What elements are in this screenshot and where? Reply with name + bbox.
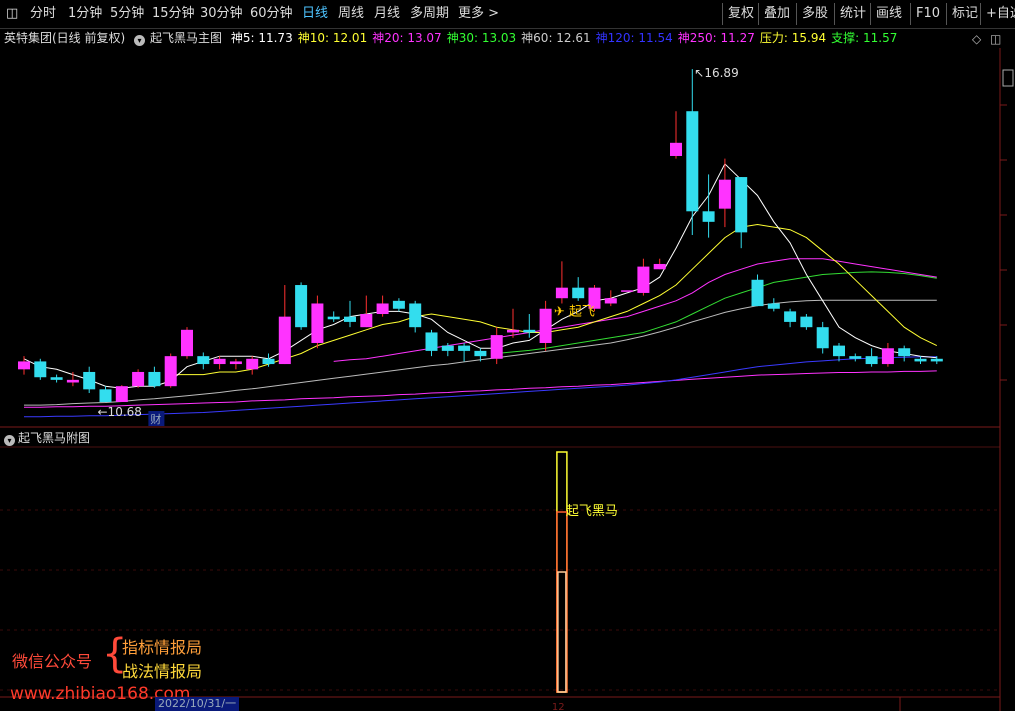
takeoff-signal-label: ✈ 起飞 — [554, 304, 595, 319]
low-price-label: ←10.68 — [98, 405, 142, 419]
candle-body — [344, 316, 356, 322]
candle-body — [83, 371, 96, 390]
candle-body — [930, 358, 943, 362]
candle-body — [278, 316, 291, 365]
high-price-label: ↖16.89 — [694, 66, 738, 80]
candle-body — [507, 329, 519, 333]
candle-body — [555, 287, 568, 299]
candle-body — [66, 379, 79, 383]
candle-body — [849, 356, 862, 359]
candle-body — [295, 285, 308, 328]
ma-value-label: 压力: 15.94 — [759, 31, 827, 45]
candle-body — [604, 298, 617, 304]
window-toggle-icon: ◫ — [990, 32, 1001, 46]
candle-body — [572, 287, 585, 299]
candle-body — [229, 361, 242, 365]
ma-values: 神5: 11.73 神10: 12.01 神20: 13.07 神30: 13.03 神… — [231, 31, 902, 45]
candle-body — [653, 263, 666, 270]
ma-value-label: 神30: 13.03 — [446, 31, 517, 45]
ma-value-label: 神5: 11.73 — [230, 31, 293, 45]
candle-body — [197, 356, 210, 365]
candle-body — [50, 377, 63, 380]
candle-body — [621, 290, 634, 292]
candle-body — [914, 358, 927, 362]
candle-body — [441, 345, 454, 351]
candle-body — [637, 266, 650, 293]
candle-body — [148, 371, 161, 387]
candle-body — [881, 348, 894, 365]
sub-panel-title[interactable]: ▾ 起飞黑马附图 — [4, 430, 90, 446]
candle-body — [718, 179, 731, 209]
candle-body — [784, 311, 797, 322]
sub-panel-title-text: 起飞黑马附图 — [18, 431, 91, 445]
candle-body — [816, 327, 829, 349]
candle-body — [474, 350, 487, 357]
watermark-wechat: 微信公众号 — [12, 652, 93, 671]
candle-body — [767, 303, 780, 309]
ma-line-ma120 — [24, 356, 937, 418]
ma-value-label: 神20: 13.07 — [372, 31, 442, 45]
ma-value-label: 神60: 12.61 — [521, 31, 591, 45]
candle-body — [132, 371, 145, 387]
candle-body — [34, 361, 47, 378]
indicator-name[interactable]: 起飞黑马主图 — [150, 31, 222, 45]
candle-body — [425, 332, 438, 351]
candle-body — [115, 386, 128, 402]
candle-body — [865, 356, 878, 365]
stock-title[interactable]: 英特集团(日线 前复权) — [4, 31, 125, 45]
candle-body — [181, 329, 193, 357]
signal-label: 起飞黑马 — [566, 504, 618, 519]
ma-line-ma250 — [24, 370, 937, 408]
candle-body — [490, 335, 503, 359]
indicator-info-line: 英特集团(日线 前复权) ▾ 起飞黑马主图 神5: 11.73 神10: 12.01… — [4, 29, 907, 47]
candle-body — [360, 314, 373, 328]
ma-value-label: 神10: 12.01 — [297, 31, 368, 45]
ma-line-ma20 — [333, 258, 937, 362]
candle-body — [164, 356, 177, 387]
candle-body — [735, 177, 748, 233]
dropdown-circle-icon[interactable]: ▾ — [134, 35, 146, 46]
chart-canvas: ◇ ◫ ↖16.89 ←10.68 ✈ 起飞财起飞黑马 12 — [0, 32, 1014, 711]
candle-body — [327, 316, 340, 320]
candle-body — [523, 329, 536, 333]
candle-body — [539, 308, 552, 343]
dropdown-circle-icon[interactable]: ▾ — [4, 435, 15, 446]
candle-body — [392, 300, 405, 309]
finance-badge: 财 — [150, 412, 161, 426]
scroll-icon — [1002, 69, 1014, 87]
candle-body — [458, 345, 471, 351]
diamond-icon: ◇ — [972, 32, 982, 46]
ma-value-label: 神250: 11.27 — [677, 31, 755, 45]
candle-body — [213, 358, 226, 365]
candle-body — [246, 358, 259, 370]
date-cursor-box: 2022/10/31/一 — [155, 697, 240, 711]
ma-value-label: 支撑: 11.57 — [831, 31, 898, 45]
candle-body — [833, 345, 845, 357]
candle-body — [262, 358, 275, 365]
watermark-line3: 战法情报局 — [122, 662, 203, 681]
signal-bar-inner — [557, 571, 567, 693]
candle-body — [686, 111, 699, 212]
x-tick-label: 12 — [552, 702, 565, 711]
watermark-line2: 指标情报局 — [122, 638, 203, 657]
candle-body — [898, 348, 911, 357]
candle-body — [702, 211, 715, 222]
candle-body — [409, 303, 422, 328]
candle-body — [751, 279, 764, 307]
ma-value-label: 神120: 11.54 — [595, 31, 673, 45]
candle-body — [800, 316, 813, 328]
candle-body — [99, 389, 112, 402]
candle-body — [670, 142, 682, 156]
candle-body — [311, 303, 324, 343]
candle-body — [18, 361, 30, 370]
candle-body — [376, 303, 389, 315]
